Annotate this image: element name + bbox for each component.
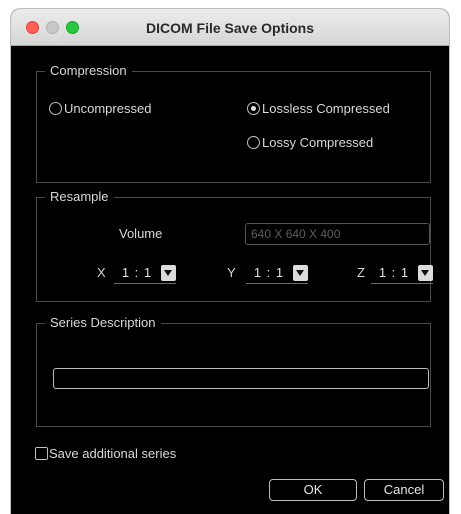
z-ratio-select[interactable]: 1 : 1 bbox=[371, 264, 433, 284]
y-chevron-down-icon[interactable] bbox=[293, 265, 308, 281]
y-label: Y bbox=[227, 265, 236, 280]
series-description-input[interactable] bbox=[53, 368, 429, 389]
series-description-legend: Series Description bbox=[45, 315, 161, 331]
volume-label: Volume bbox=[119, 226, 163, 241]
series-description-group: Series Description bbox=[36, 315, 431, 427]
uncompressed-label[interactable]: Uncompressed bbox=[64, 101, 151, 117]
dialog-window: DICOM File Save Options Compression Unco… bbox=[10, 8, 450, 514]
uncompressed-radio[interactable] bbox=[49, 102, 62, 115]
compression-legend: Compression bbox=[45, 63, 132, 79]
x-label: X bbox=[97, 265, 106, 280]
save-additional-series-checkbox[interactable] bbox=[35, 447, 48, 460]
resample-legend: Resample bbox=[45, 189, 114, 205]
window-title: DICOM File Save Options bbox=[145, 20, 315, 36]
y-ratio-select[interactable]: 1 : 1 bbox=[246, 264, 308, 284]
resample-group: Resample Volume 640 X 640 X 400 X 1 : 1 … bbox=[36, 189, 433, 302]
y-ratio-value: 1 : 1 bbox=[253, 265, 285, 280]
lossless-compressed-label[interactable]: Lossless Compressed bbox=[262, 101, 390, 117]
save-additional-series-label[interactable]: Save additional series bbox=[49, 446, 176, 462]
z-ratio-value: 1 : 1 bbox=[378, 265, 410, 280]
lossy-compressed-label[interactable]: Lossy Compressed bbox=[262, 135, 373, 151]
cancel-button[interactable]: Cancel bbox=[364, 479, 444, 501]
title-bar[interactable]: DICOM File Save Options bbox=[11, 9, 449, 46]
ok-button[interactable]: OK bbox=[269, 479, 357, 501]
compression-group: Compression Uncompressed Lossless Compre… bbox=[36, 63, 431, 183]
x-ratio-select[interactable]: 1 : 1 bbox=[114, 264, 176, 284]
x-chevron-down-icon[interactable] bbox=[161, 265, 176, 281]
z-label: Z bbox=[357, 265, 365, 280]
lossy-compressed-radio[interactable] bbox=[247, 136, 260, 149]
lossless-compressed-radio[interactable] bbox=[247, 102, 260, 115]
volume-field: 640 X 640 X 400 bbox=[245, 223, 430, 245]
z-chevron-down-icon[interactable] bbox=[418, 265, 433, 281]
x-ratio-value: 1 : 1 bbox=[121, 265, 153, 280]
